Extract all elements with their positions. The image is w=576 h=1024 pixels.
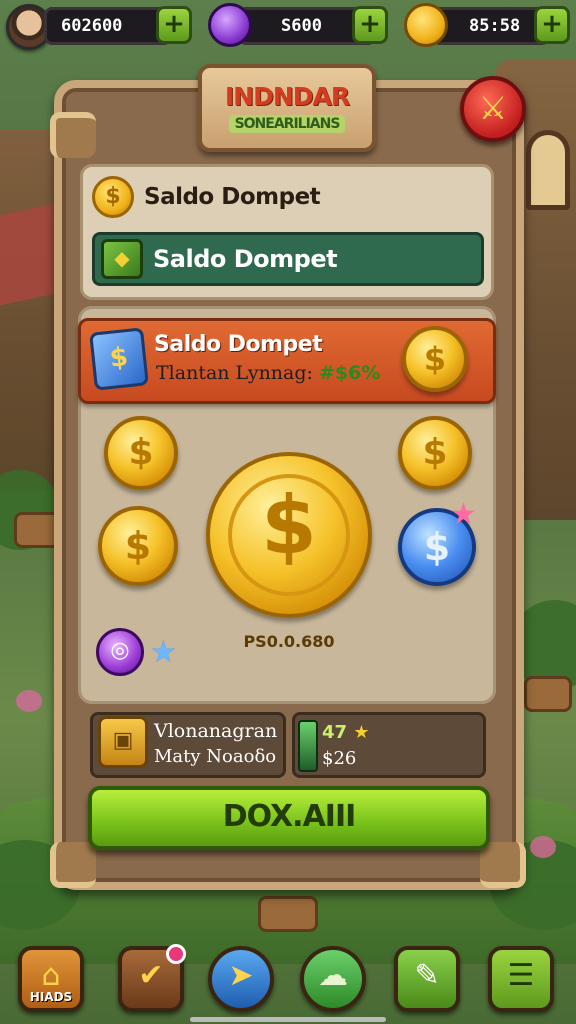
panel-title: INDNDAR [224,82,350,111]
panel-corner-ornament [50,112,96,158]
nav-chat-button[interactable]: ☁ [300,946,366,1012]
blue-cube-icon: $ [89,327,149,391]
notification-badge [166,944,186,964]
purple-orb-icon[interactable]: ◎ [96,628,144,676]
menu-icon: ☰ [507,958,535,993]
coin-icon: $ [402,326,468,392]
plus-icon: + [163,9,185,39]
big-coin-amount: PS0.0.680 [243,632,335,651]
plus-icon: + [541,9,563,39]
home-indicator [190,1017,386,1022]
rate-percent: #$6% [318,362,381,384]
coins-value: 602600 [61,16,123,36]
gold-value: 85:58 [469,16,521,36]
background-flower [16,690,42,712]
claim-button[interactable]: DOX.AIII [88,786,490,850]
background-flower [530,836,556,858]
coins-counter: 602600 [44,7,172,45]
coin-icon[interactable]: $ [104,416,178,490]
gems-value: S600 [281,16,322,36]
info-left-subtitle: Maty Noaoδo [154,746,277,767]
treasure-chest-icon: ▣ [98,716,148,768]
balance-label-secondary: Saldo Dompet [153,245,338,273]
purple-gem-icon [208,3,252,47]
add-gems-button[interactable]: + [352,6,388,44]
coin-icon[interactable]: $ [98,506,178,586]
rate-prefix: Tlantan Lynnag: [156,362,313,384]
chat-icon: ☁ [318,958,348,993]
info-right-number: 47 [322,722,348,743]
balance-row-secondary[interactable]: ◆ Saldo Dompet [92,232,484,286]
nav-edit-button[interactable]: ✎ [394,946,460,1012]
gold-coin-icon [404,3,448,47]
rate-title: Saldo Dompet [154,332,323,357]
balance-row-primary: $ Saldo Dompet [92,176,321,218]
nav-home-button[interactable]: ⌂ HIADS [18,946,84,1012]
coin-icon[interactable]: $ [398,416,472,490]
edit-icon: ✎ [414,958,440,993]
sword-icon: ⚔ [478,89,508,127]
blue-star-icon: ★ [150,635,177,670]
arrow-icon: ➤ [228,958,254,993]
add-coins-button[interactable]: + [156,6,192,44]
yellow-star-icon: ★ [353,722,370,743]
balance-label: Saldo Dompet [144,184,321,210]
plus-icon: + [359,9,381,39]
add-gold-button[interactable]: + [534,6,570,44]
crystal-icon [298,720,318,772]
rate-line: Tlantan Lynnag: #$6% [156,362,380,384]
background-stump [524,676,572,712]
nav-arrow-button[interactable]: ➤ [208,946,274,1012]
green-chest-icon: ◆ [101,239,143,279]
pink-star-icon: ★ [450,497,477,532]
background-stump [258,896,318,932]
top-resource-bar: 602600 + S600 + 85:58 + [0,0,576,52]
close-button[interactable]: ⚔ [460,76,526,142]
panel-subtitle: SONEARILIANS [228,115,346,133]
nav-menu-button[interactable]: ☰ [488,946,554,1012]
bottom-navigation: ⌂ HIADS ✔ ➤ ☁ ✎ ☰ [0,940,576,1024]
nav-shield-button[interactable]: ✔ [118,944,186,1012]
panel-corner-ornament [50,842,96,888]
background-window [526,130,570,210]
info-right-value: 47 ★ [322,722,369,743]
gold-counter: 85:58 [432,7,550,45]
info-left-title: Vlonanagran [154,720,278,742]
panel-corner-ornament [480,842,526,888]
nav-home-label: HIADS [29,990,73,1004]
info-right-amount: $26 [322,748,357,769]
coin-icon: $ [92,176,134,218]
panel-title-plate: INDNDAR SONEARILIANS [198,64,376,152]
big-coin[interactable]: $ PS0.0.680 [206,452,372,651]
